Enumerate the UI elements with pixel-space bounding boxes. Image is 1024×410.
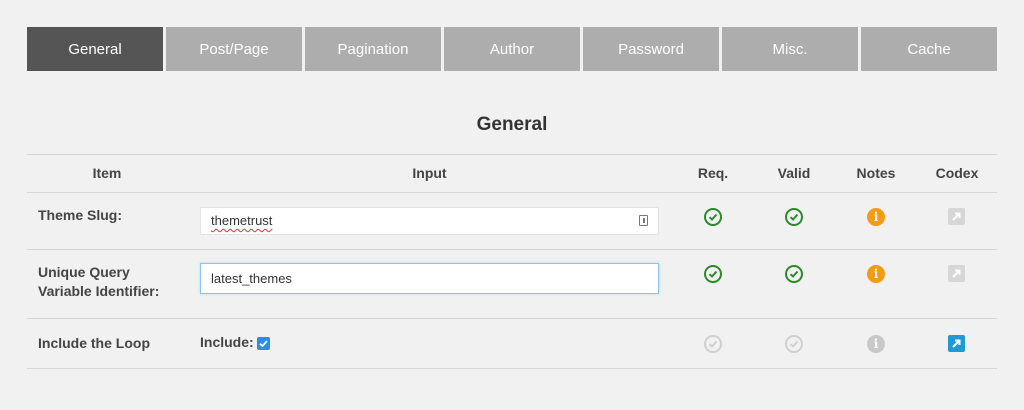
table-row: Theme Slug: themetrust i — [27, 193, 997, 250]
external-link-icon[interactable] — [948, 208, 965, 225]
include-checkbox[interactable] — [257, 337, 270, 350]
info-icon: i — [867, 335, 885, 353]
row-label: Unique Query Variable Identifier: — [38, 263, 159, 301]
header-valid: Valid — [777, 165, 811, 181]
tab-bar: General Post/Page Pagination Author Pass… — [27, 27, 997, 71]
tab-author[interactable]: Author — [444, 27, 580, 71]
tab-misc[interactable]: Misc. — [722, 27, 858, 71]
table-header: Item Input Req. Valid Notes Codex — [27, 154, 997, 193]
header-req: Req. — [697, 165, 729, 181]
field-menu-icon[interactable] — [639, 215, 648, 226]
tab-cache[interactable]: Cache — [861, 27, 997, 71]
valid-check-icon — [785, 335, 803, 353]
settings-table: Item Input Req. Valid Notes Codex Theme … — [27, 154, 997, 369]
info-icon[interactable]: i — [867, 208, 885, 226]
req-check-icon — [704, 265, 722, 283]
checkbox-checked-icon — [259, 340, 268, 348]
valid-check-icon — [785, 208, 803, 226]
row-label: Theme Slug: — [38, 207, 123, 223]
header-input: Input — [412, 165, 447, 181]
table-row: Unique Query Variable Identifier: latest… — [27, 250, 997, 319]
table-row: Include the Loop Include: i — [27, 319, 997, 369]
section-title: General — [476, 114, 548, 135]
header-notes: Notes — [856, 165, 896, 181]
include-label: Include: — [200, 334, 254, 350]
input-value: latest_themes — [211, 271, 292, 286]
external-link-icon[interactable] — [948, 265, 965, 282]
external-link-icon[interactable] — [948, 335, 965, 352]
tab-general[interactable]: General — [27, 27, 163, 71]
req-check-icon — [704, 208, 722, 226]
row-label-line2: Variable Identifier: — [38, 283, 160, 299]
row-label: Include the Loop — [38, 335, 150, 351]
input-value: themetrust — [211, 213, 273, 228]
row-label-line1: Unique Query — [38, 264, 130, 280]
tab-pagination[interactable]: Pagination — [305, 27, 441, 71]
tab-password[interactable]: Password — [583, 27, 719, 71]
valid-check-icon — [785, 265, 803, 283]
info-icon[interactable]: i — [867, 265, 885, 283]
header-item: Item — [92, 165, 122, 181]
theme-slug-input[interactable]: themetrust — [200, 207, 659, 235]
req-check-icon — [704, 335, 722, 353]
tab-post-page[interactable]: Post/Page — [166, 27, 302, 71]
query-variable-input[interactable]: latest_themes — [200, 263, 659, 294]
header-codex: Codex — [935, 165, 979, 181]
